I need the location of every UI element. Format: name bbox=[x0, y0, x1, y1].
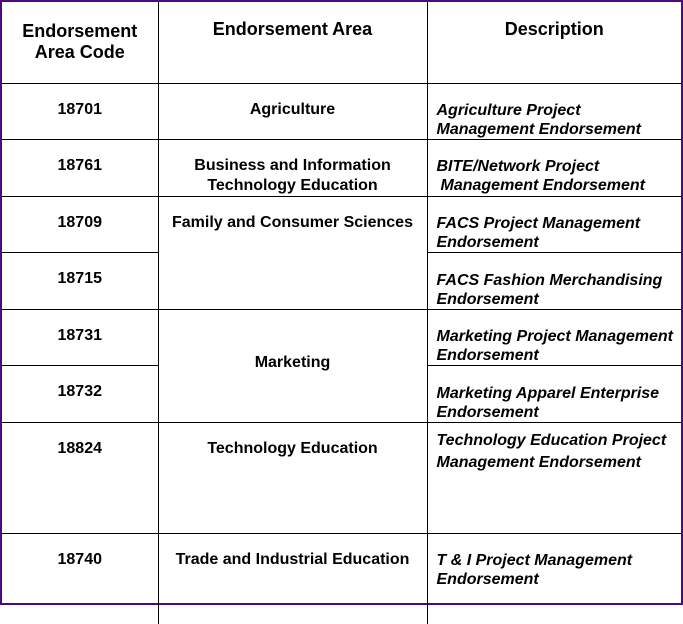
cell-code: 18731 bbox=[2, 309, 159, 366]
cell-description: Technology Education Project Management … bbox=[426, 422, 681, 534]
cell-description: FACS Fashion Merchandising Endorsement bbox=[426, 252, 681, 310]
cell-code: 18701 bbox=[2, 83, 159, 140]
cell-description: FACS Project Management Endorsement bbox=[426, 196, 681, 253]
table-row: 18740 Trade and Industrial Education T &… bbox=[2, 533, 681, 624]
cell-code: 18715 bbox=[2, 252, 159, 310]
cell-description: T & I Project Management Endorsement bbox=[426, 533, 681, 624]
cell-description: Agriculture Project Management Endorseme… bbox=[426, 83, 681, 140]
table-row: 18824 Technology Education Technology Ed… bbox=[2, 422, 681, 534]
endorsement-table-frame: Endorsement Area Code Endorsement Area D… bbox=[0, 0, 683, 624]
table-row: 18709 Family and Consumer Sciences FACS … bbox=[2, 196, 681, 310]
endorsement-table: Endorsement Area Code Endorsement Area D… bbox=[2, 2, 681, 624]
cell-area: Business and Information Technology Educ… bbox=[157, 139, 428, 197]
header-description: Description bbox=[426, 2, 681, 84]
cell-area: Agriculture bbox=[157, 83, 428, 140]
header-code: Endorsement Area Code bbox=[2, 2, 159, 84]
cell-description: Marketing Apparel Enterprise Endorsement bbox=[426, 365, 681, 423]
cell-code: 18740 bbox=[2, 533, 159, 624]
cell-area: Technology Education bbox=[157, 422, 428, 534]
cell-code: 18732 bbox=[2, 365, 159, 423]
cell-code: 18709 bbox=[2, 196, 159, 253]
table-row: 18731 Marketing Marketing Project Manage… bbox=[2, 309, 681, 423]
cell-description: Marketing Project Management Endorsement bbox=[426, 309, 681, 366]
table-row: 18701 Agriculture Agriculture Project Ma… bbox=[2, 83, 681, 140]
header-area: Endorsement Area bbox=[157, 2, 428, 84]
cell-code: 18824 bbox=[2, 422, 159, 534]
cell-area: Trade and Industrial Education bbox=[157, 533, 428, 624]
cell-description: BITE/Network Project Management Endorsem… bbox=[426, 139, 681, 197]
header-row: Endorsement Area Code Endorsement Area D… bbox=[2, 2, 681, 84]
cell-code: 18761 bbox=[2, 139, 159, 197]
table-row: 18761 Business and Information Technolog… bbox=[2, 139, 681, 197]
cell-area: Family and Consumer Sciences bbox=[157, 196, 428, 310]
cell-area: Marketing bbox=[157, 309, 428, 423]
